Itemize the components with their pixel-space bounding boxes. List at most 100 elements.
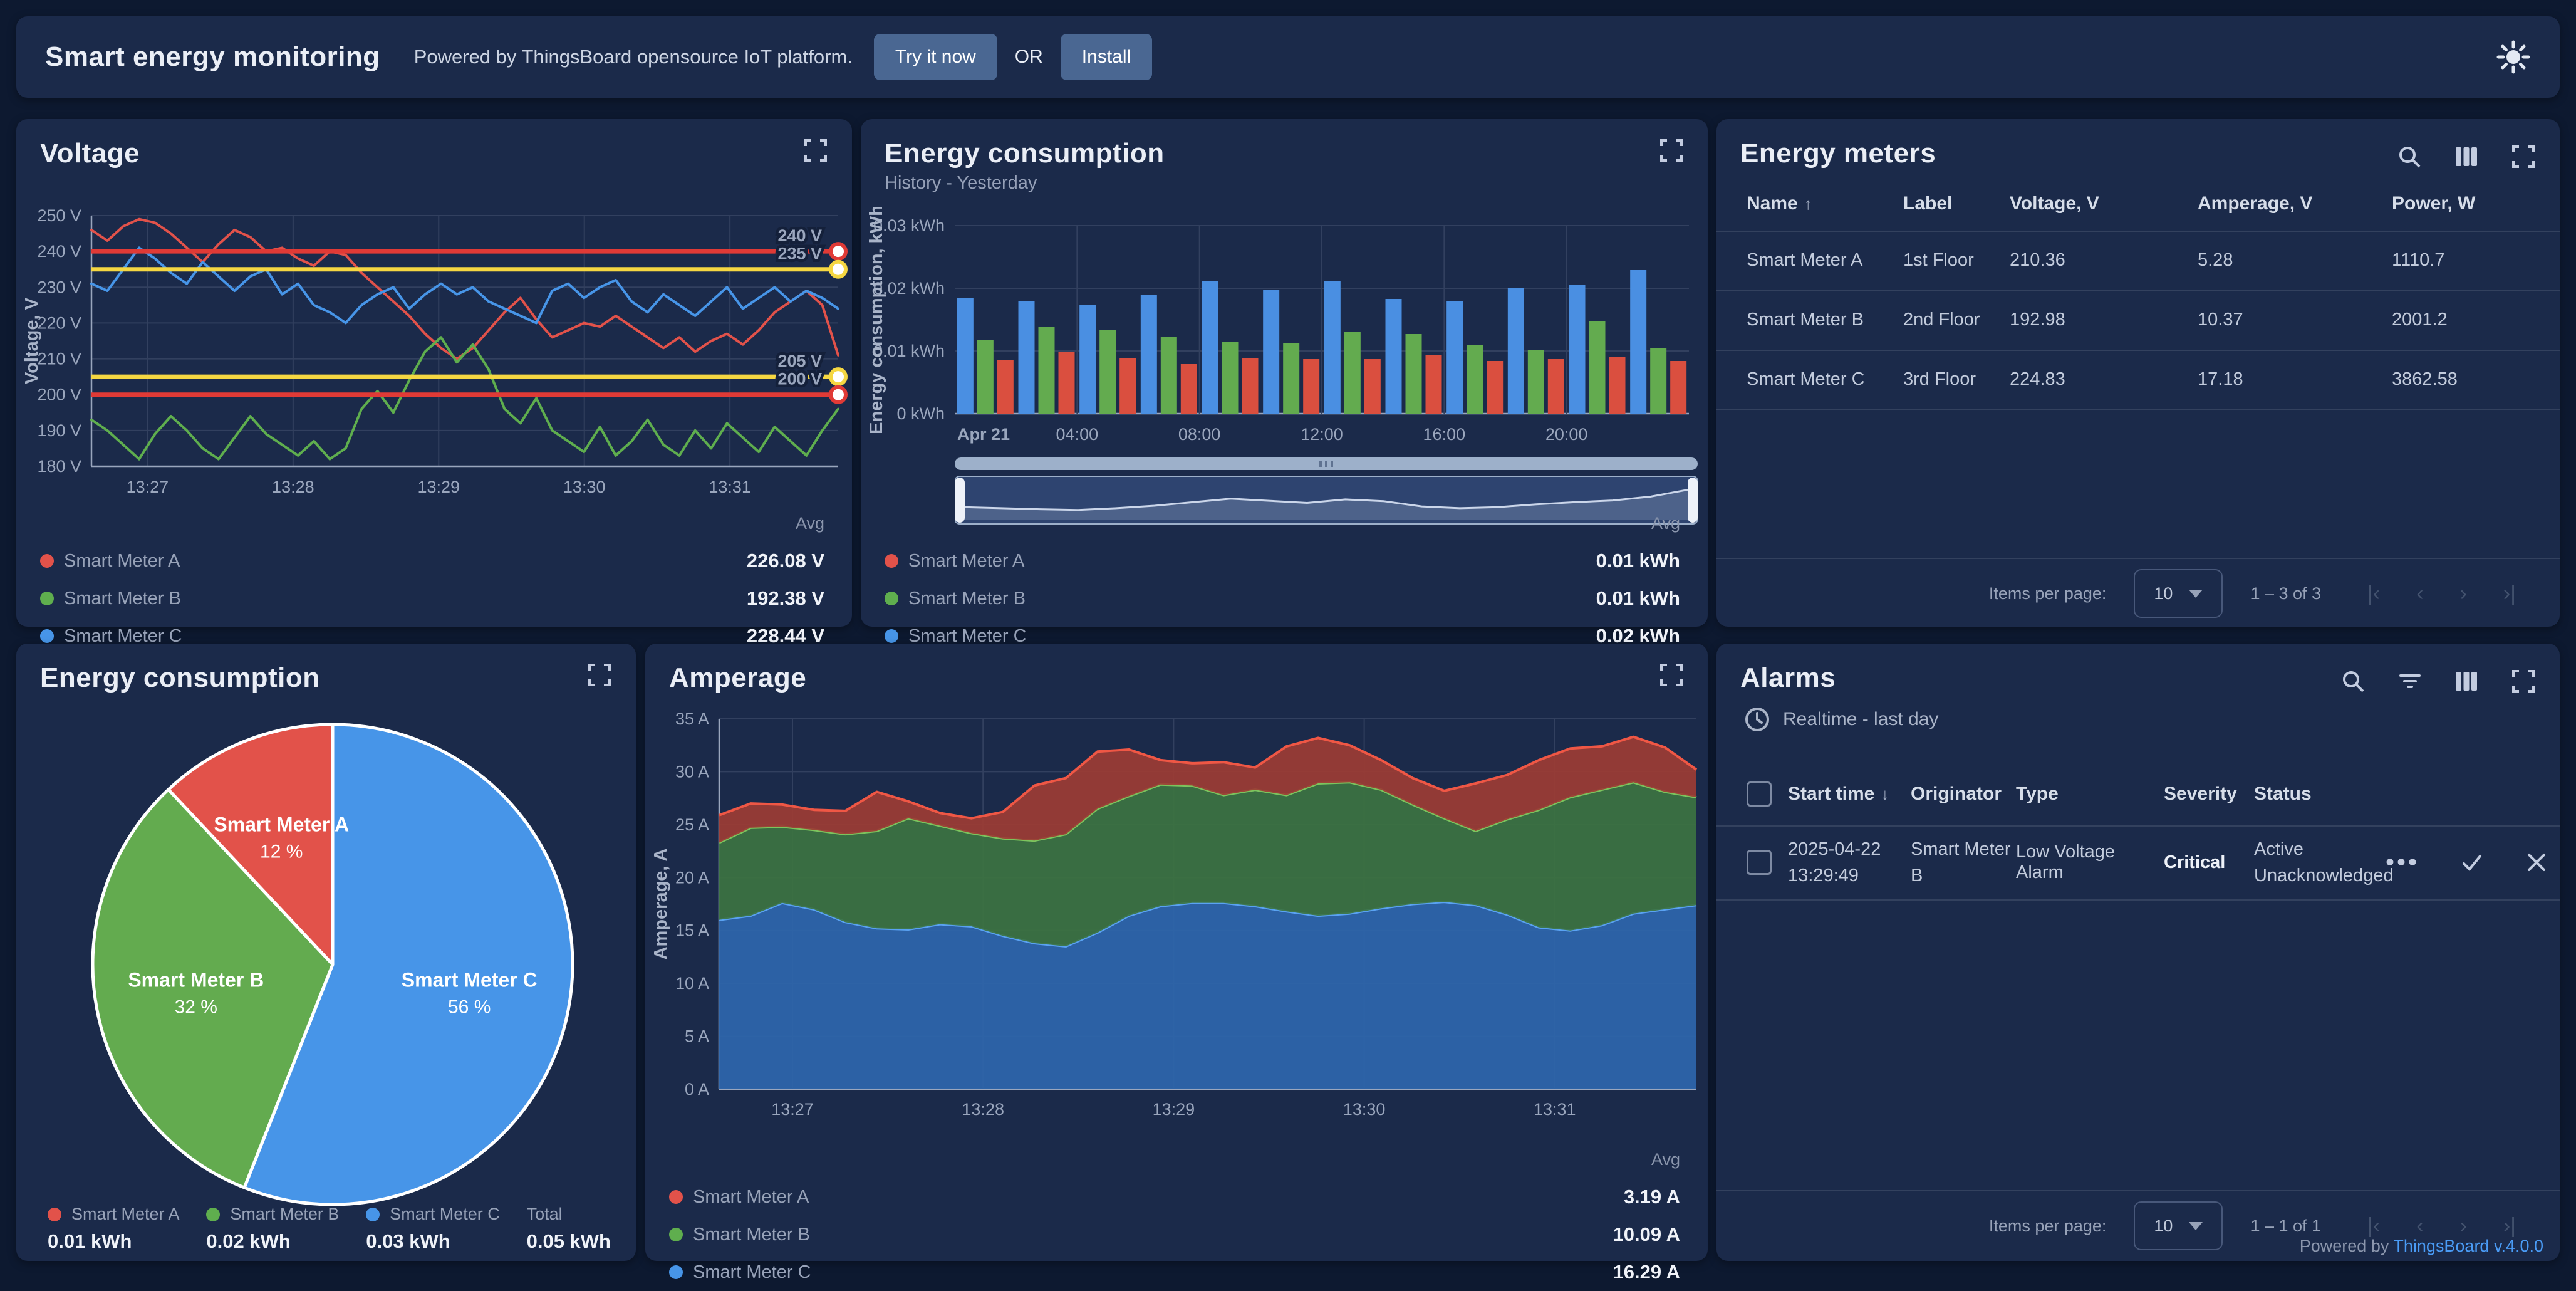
acknowledge-check-icon[interactable]	[2459, 850, 2485, 875]
row-checkbox[interactable]	[1747, 850, 1772, 875]
prev-page-button[interactable]: ‹	[2416, 582, 2423, 606]
column-header-name[interactable]: Name↑	[1747, 193, 1903, 214]
column-header-status[interactable]: Status	[2254, 783, 2386, 805]
column-header-voltage[interactable]: Voltage, V	[2010, 193, 2198, 214]
page-size-select[interactable]: 10	[2134, 1201, 2223, 1250]
search-icon[interactable]	[2397, 144, 2422, 169]
svg-text:25 A: 25 A	[675, 815, 709, 834]
legend-item[interactable]: Smart Meter A 0.01 kWh	[885, 542, 1680, 580]
legend-item[interactable]: Smart Meter B 192.38 V	[40, 580, 824, 617]
legend-item-total: Total 0.05 kWh	[527, 1205, 611, 1253]
column-header-label[interactable]: Label	[1903, 193, 2010, 214]
voltage-title: Voltage	[40, 138, 140, 169]
svg-text:180 V: 180 V	[37, 457, 81, 476]
svg-text:13:30: 13:30	[563, 478, 606, 496]
fullscreen-icon[interactable]	[1659, 662, 1684, 687]
energy-pie-chart[interactable]: Smart Meter C56 %Smart Meter B32 %Smart …	[16, 701, 636, 1221]
column-header-severity[interactable]: Severity	[2164, 783, 2254, 805]
legend-label: Smart Meter A	[908, 551, 1024, 572]
last-page-button[interactable]: ›|	[2503, 582, 2516, 606]
thingsboard-version-link[interactable]: ThingsBoard v.4.0.0	[2393, 1236, 2543, 1255]
svg-text:56 %: 56 %	[448, 997, 491, 1018]
svg-text:13:27: 13:27	[127, 478, 169, 496]
energy-bar-chart[interactable]: 0 kWh0.01 kWh0.02 kWh0.03 kWhApr 2104:00…	[861, 207, 1708, 457]
alarm-row[interactable]: 2025-04-2213:29:49 Smart MeterB Low Volt…	[1747, 825, 2530, 899]
svg-text:235 V: 235 V	[777, 244, 822, 263]
series-dot-green	[885, 592, 898, 605]
voltage-line-chart[interactable]: 180 V190 V200 V210 V220 V230 V240 V250 V…	[16, 182, 852, 508]
svg-text:Amperage, A: Amperage, A	[651, 849, 671, 960]
legend-item[interactable]: Smart Meter A 0.01 kWh	[48, 1205, 180, 1253]
legend-item[interactable]: Smart Meter C 0.03 kWh	[366, 1205, 500, 1253]
time-window-label: Realtime - last day	[1783, 709, 1938, 730]
amperage-widget: Amperage 0 A5 A10 A15 A20 A25 A30 A35 A1…	[645, 644, 1708, 1261]
fullscreen-icon[interactable]	[2511, 669, 2536, 694]
legend-avg-header: Avg	[40, 514, 824, 533]
column-header-amperage[interactable]: Amperage, V	[2198, 193, 2392, 214]
alarms-title: Alarms	[1740, 662, 1836, 694]
clear-alarm-icon[interactable]	[2525, 850, 2548, 874]
select-all-checkbox[interactable]	[1747, 781, 1772, 807]
column-header-originator[interactable]: Originator	[1911, 783, 2016, 805]
legend-item[interactable]: Smart Meter B 0.01 kWh	[885, 580, 1680, 617]
meter-row-c[interactable]: Smart Meter C 3rd Floor 224.83 17.18 386…	[1747, 350, 2530, 409]
try-it-now-button[interactable]: Try it now	[874, 34, 997, 80]
fullscreen-icon[interactable]	[803, 138, 828, 163]
svg-text:13:31: 13:31	[709, 478, 751, 496]
sort-desc-icon: ↓	[1881, 785, 1889, 803]
next-page-button[interactable]: ›	[2460, 1214, 2467, 1238]
legend-item[interactable]: Smart Meter B 0.02 kWh	[206, 1205, 339, 1253]
svg-text:Smart Meter A: Smart Meter A	[214, 813, 349, 835]
smart-energy-dashboard: { "header": { "title": "Smart energy mon…	[0, 0, 2576, 1277]
legend-item[interactable]: Smart Meter C 16.29 A	[669, 1253, 1680, 1291]
time-window-selector[interactable]: Realtime - last day	[1744, 706, 1938, 733]
legend-item[interactable]: Smart Meter B 10.09 A	[669, 1216, 1680, 1253]
cell-voltage: 224.83	[2010, 369, 2198, 390]
cell-type: Low Voltage Alarm	[2016, 842, 2164, 883]
search-icon[interactable]	[2340, 669, 2366, 694]
prev-page-button[interactable]: ‹	[2416, 1214, 2423, 1238]
svg-text:190 V: 190 V	[37, 421, 81, 440]
series-dot-blue	[40, 629, 54, 643]
svg-text:200 V: 200 V	[777, 370, 822, 389]
page-size-select[interactable]: 10	[2134, 569, 2223, 618]
amperage-legend: Avg Smart Meter A 3.19 A Smart Meter B 1…	[669, 1150, 1680, 1291]
cell-power: 1110.7	[2392, 250, 2567, 271]
series-dot-red	[48, 1208, 61, 1221]
alarms-table-header: Start time↓ Originator Type Severity Sta…	[1747, 769, 2530, 819]
pie-title: Energy consumption	[40, 662, 320, 694]
column-header-power[interactable]: Power, W	[2392, 193, 2567, 214]
legend-item[interactable]: Smart Meter A 3.19 A	[669, 1178, 1680, 1216]
amperage-area-chart[interactable]: 0 A5 A10 A15 A20 A25 A30 A35 A13:2713:28…	[645, 701, 1708, 1134]
install-button[interactable]: Install	[1061, 34, 1152, 80]
theme-toggle-sun-icon[interactable]	[2496, 39, 2531, 75]
fullscreen-icon[interactable]	[587, 662, 612, 687]
column-header-type[interactable]: Type	[2016, 783, 2164, 805]
last-page-button[interactable]: ›|	[2503, 1214, 2516, 1238]
series-dot-red	[40, 554, 54, 568]
chevron-down-icon	[2189, 1222, 2203, 1230]
pagination-range: 1 – 1 of 1	[2250, 1216, 2321, 1236]
svg-text:08:00: 08:00	[1178, 425, 1221, 444]
series-dot-green	[40, 592, 54, 605]
first-page-button[interactable]: |‹	[2367, 582, 2380, 606]
legend-item[interactable]: Smart Meter A 226.08 V	[40, 542, 824, 580]
more-actions-icon[interactable]: •••	[2386, 849, 2419, 877]
column-header-start-time[interactable]: Start time↓	[1788, 783, 1911, 805]
legend-value: 0.01 kWh	[1596, 587, 1680, 610]
fullscreen-icon[interactable]	[2511, 144, 2536, 169]
columns-icon[interactable]	[2454, 145, 2478, 169]
columns-icon[interactable]	[2454, 669, 2478, 693]
svg-text:220 V: 220 V	[37, 313, 81, 332]
meter-row-a[interactable]: Smart Meter A 1st Floor 210.36 5.28 1110…	[1747, 231, 2530, 290]
energy-bar-title: Energy consumption	[885, 138, 1165, 169]
svg-text:Voltage, V: Voltage, V	[22, 297, 42, 384]
svg-text:13:30: 13:30	[1343, 1100, 1386, 1119]
next-page-button[interactable]: ›	[2460, 582, 2467, 606]
cell-power: 2001.2	[2392, 310, 2567, 330]
filter-icon[interactable]	[2398, 669, 2422, 693]
fullscreen-icon[interactable]	[1659, 138, 1684, 163]
meter-row-b[interactable]: Smart Meter B 2nd Floor 192.98 10.37 200…	[1747, 290, 2530, 350]
first-page-button[interactable]: |‹	[2367, 1214, 2380, 1238]
svg-text:240 V: 240 V	[777, 226, 822, 245]
